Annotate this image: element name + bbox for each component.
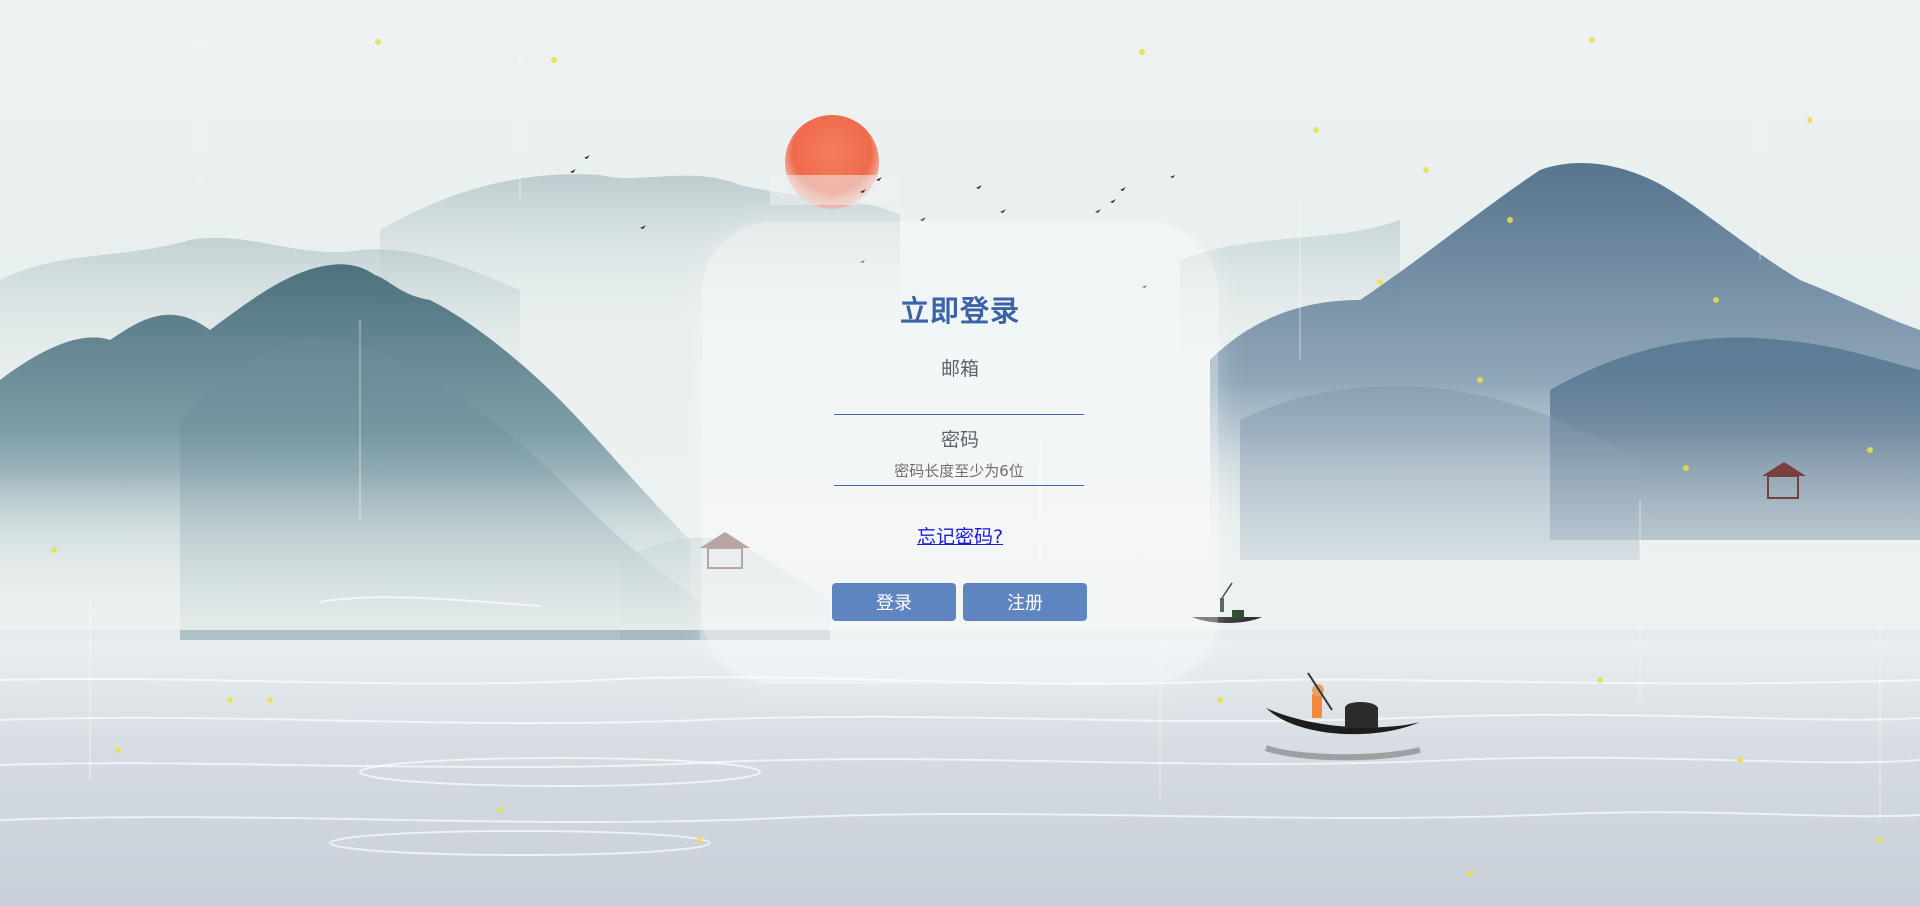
login-title: 立即登录	[899, 294, 1020, 328]
password-input[interactable]	[834, 457, 1084, 486]
forgot-password-link[interactable]: 忘记密码?	[702, 522, 1218, 549]
password-label: 密码	[940, 429, 979, 451]
register-button[interactable]: 注册	[963, 583, 1087, 621]
email-label: 邮箱	[940, 358, 979, 380]
login-button[interactable]: 登录	[832, 583, 956, 621]
login-card: 立即登录 邮箱 密码 忘记密码? 登录 注册	[702, 222, 1218, 684]
landscape-background: 立即登录 邮箱 密码 忘记密码? 登录 注册	[0, 0, 1920, 906]
email-input[interactable]	[834, 386, 1084, 415]
